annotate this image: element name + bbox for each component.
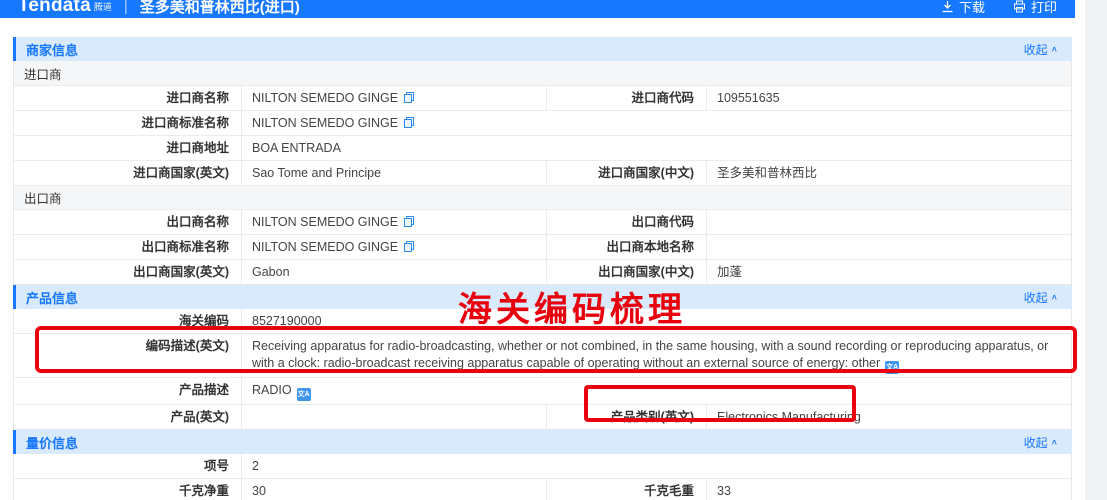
- field-value: 109551635: [706, 86, 1071, 110]
- field-value: 加蓬: [706, 260, 1071, 284]
- copy-icon[interactable]: [404, 92, 414, 103]
- field-label: 进口商名称: [14, 86, 241, 110]
- header-separator: |: [124, 0, 128, 15]
- field-label: 产品描述: [14, 378, 241, 404]
- field-value: NILTON SEMEDO GINGE: [241, 235, 546, 259]
- table-row: 进口商名称NILTON SEMEDO GINGE进口商代码109551635: [14, 85, 1071, 110]
- group-subheader: 出口商: [14, 185, 1071, 209]
- table-row: 千克净重30千克毛重33: [14, 478, 1071, 500]
- field-value: Receiving apparatus for radio-broadcasti…: [241, 334, 1071, 377]
- field-label: 出口商本地名称: [546, 235, 706, 259]
- translate-icon[interactable]: 文A: [297, 388, 311, 401]
- page: Tendata 腾道 | 圣多美和普林西比(进口) 下载 打印 商家信息收起 ∧…: [0, 0, 1107, 500]
- translate-icon[interactable]: 文A: [885, 361, 899, 374]
- field-value: 圣多美和普林西比: [706, 161, 1071, 185]
- field-value: [706, 210, 1071, 234]
- field-label: 产品(英文): [14, 405, 241, 429]
- field-label: 进口商代码: [546, 86, 706, 110]
- scrollbar-gutter[interactable]: [1085, 0, 1107, 500]
- copy-icon[interactable]: [404, 216, 414, 227]
- collapse-button[interactable]: 收起 ∧: [1024, 289, 1058, 306]
- field-value: [706, 235, 1071, 259]
- field-label: 出口商标准名称: [14, 235, 241, 259]
- page-title: 圣多美和普林西比(进口): [140, 0, 300, 17]
- print-icon: [1013, 0, 1026, 13]
- section-header: 商家信息 收起 ∧: [13, 37, 1072, 61]
- field-label: 出口商名称: [14, 210, 241, 234]
- print-label: 打印: [1031, 0, 1057, 16]
- field-label: 编码描述(英文): [14, 334, 241, 377]
- field-label: 进口商国家(英文): [14, 161, 241, 185]
- field-value: 2: [241, 454, 1071, 478]
- table-row: 海关编码8527190000: [14, 309, 1071, 333]
- field-label: 进口商地址: [14, 136, 241, 160]
- download-button[interactable]: 下载: [941, 0, 985, 16]
- table-row: 出口商标准名称NILTON SEMEDO GINGE出口商本地名称: [14, 234, 1071, 259]
- field-label: 出口商国家(英文): [14, 260, 241, 284]
- section-title: 商家信息: [26, 40, 78, 59]
- table-row: 产品(英文) 产品类别(英文)Electronics Manufacturing: [14, 404, 1071, 429]
- table-row: 进口商标准名称NILTON SEMEDO GINGE: [14, 110, 1071, 135]
- field-label: 千克毛重: [546, 479, 706, 500]
- table-row: 产品描述RADIO文A: [14, 377, 1071, 404]
- field-value: Gabon: [241, 260, 546, 284]
- field-label: 产品类别(英文): [546, 405, 706, 429]
- download-label: 下载: [959, 0, 985, 16]
- detail-card: 商家信息收起 ∧进口商进口商名称NILTON SEMEDO GINGE进口商代码…: [13, 37, 1072, 500]
- field-value: [241, 405, 546, 429]
- copy-icon[interactable]: [404, 117, 414, 128]
- tendata-logo-sub: 腾道: [94, 0, 112, 13]
- section-rows: 海关编码8527190000编码描述(英文)Receiving apparatu…: [13, 309, 1072, 430]
- field-value: RADIO文A: [241, 378, 1071, 404]
- field-value: 30: [241, 479, 546, 500]
- field-label: 出口商国家(中文): [546, 260, 706, 284]
- section-rows: 进口商进口商名称NILTON SEMEDO GINGE进口商代码10955163…: [13, 61, 1072, 285]
- field-label: 进口商标准名称: [14, 111, 241, 135]
- field-value: 8527190000: [241, 309, 1071, 333]
- download-icon: [941, 0, 954, 13]
- chevron-up-icon: ∧: [1051, 45, 1058, 54]
- field-value: Electronics Manufacturing: [706, 405, 1071, 429]
- collapse-button[interactable]: 收起 ∧: [1024, 41, 1058, 58]
- chevron-up-icon: ∧: [1051, 438, 1058, 447]
- field-value: BOA ENTRADA: [241, 136, 1071, 160]
- top-header-bar: Tendata 腾道 | 圣多美和普林西比(进口) 下载 打印: [0, 0, 1075, 18]
- table-row: 项号2: [14, 454, 1071, 478]
- section-title: 量价信息: [26, 433, 78, 452]
- section-rows: 项号2千克净重30千克毛重33数量11数量(统一)11: [13, 454, 1072, 500]
- field-label: 进口商国家(中文): [546, 161, 706, 185]
- section-1: 产品信息 收起 ∧ 海关编码8527190000编码描述(英文)Receiving …: [13, 285, 1072, 430]
- table-row: 编码描述(英文)Receiving apparatus for radio-br…: [14, 333, 1071, 377]
- field-value: NILTON SEMEDO GINGE: [241, 86, 546, 110]
- copy-icon[interactable]: [404, 241, 414, 252]
- tendata-logo: Tendata: [18, 0, 91, 17]
- section-title: 产品信息: [26, 288, 78, 307]
- field-label: 千克净重: [14, 479, 241, 500]
- collapse-button[interactable]: 收起 ∧: [1024, 434, 1058, 451]
- print-button[interactable]: 打印: [1013, 0, 1057, 16]
- field-value: NILTON SEMEDO GINGE: [241, 210, 546, 234]
- field-label: 项号: [14, 454, 241, 478]
- field-value: 33: [706, 479, 1071, 500]
- table-row: 出口商名称NILTON SEMEDO GINGE出口商代码: [14, 209, 1071, 234]
- section-header: 量价信息 收起 ∧: [13, 430, 1072, 454]
- field-label: 海关编码: [14, 309, 241, 333]
- chevron-up-icon: ∧: [1051, 293, 1058, 302]
- field-label: 出口商代码: [546, 210, 706, 234]
- field-value: NILTON SEMEDO GINGE: [241, 111, 1071, 135]
- section-header: 产品信息 收起 ∧: [13, 285, 1072, 309]
- section-0: 商家信息收起 ∧进口商进口商名称NILTON SEMEDO GINGE进口商代码…: [13, 37, 1072, 285]
- section-2: 量价信息 收起 ∧ 项号2千克净重30千克毛重33数量11数量(统一)11: [13, 430, 1072, 500]
- table-row: 进口商地址BOA ENTRADA: [14, 135, 1071, 160]
- table-row: 出口商国家(英文)Gabon出口商国家(中文)加蓬: [14, 259, 1071, 284]
- group-subheader: 进口商: [14, 61, 1071, 85]
- field-value: Sao Tome and Principe: [241, 161, 546, 185]
- table-row: 进口商国家(英文)Sao Tome and Principe进口商国家(中文)圣…: [14, 160, 1071, 185]
